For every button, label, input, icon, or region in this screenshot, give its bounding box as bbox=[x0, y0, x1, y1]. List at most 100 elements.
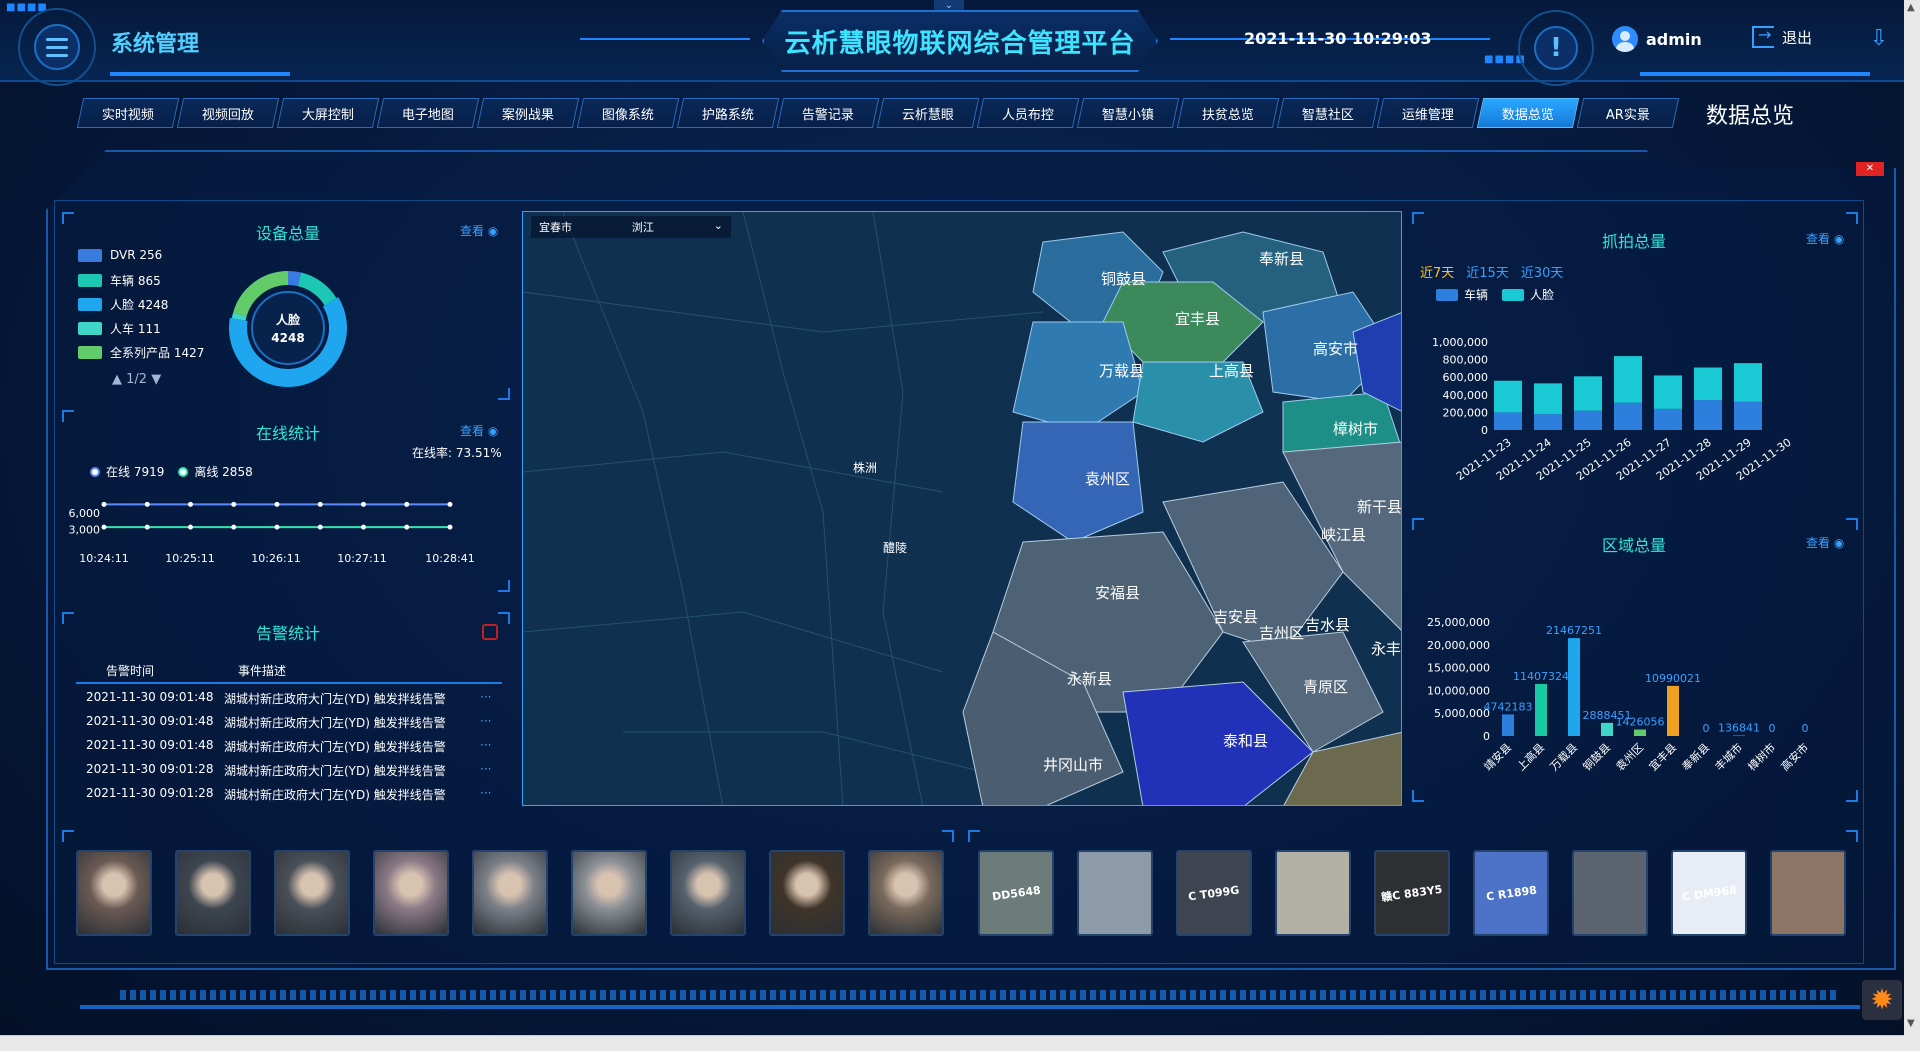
face-thumbnail[interactable] bbox=[571, 850, 647, 936]
legend-online: 在线 7919 bbox=[90, 463, 164, 480]
face-thumbnail[interactable] bbox=[76, 850, 152, 936]
face-thumbnail[interactable] bbox=[274, 850, 350, 936]
alarm-clear-icon[interactable] bbox=[482, 624, 498, 640]
device-view-link[interactable]: 查看 ◉ bbox=[460, 222, 498, 239]
city-select[interactable]: 宜春市 浏江 ⌄ bbox=[531, 216, 731, 238]
alarm-more-icon[interactable]: ··· bbox=[480, 738, 491, 752]
device-pager[interactable]: ▲ 1/2 ▼ bbox=[112, 372, 161, 387]
alarm-more-icon[interactable]: ··· bbox=[480, 762, 491, 776]
nav-tab[interactable]: 电子地图 bbox=[376, 98, 480, 128]
vehicle-thumbnail[interactable] bbox=[1077, 850, 1153, 936]
region-bar[interactable] bbox=[1733, 735, 1745, 736]
scroll-up-icon[interactable]: ▲ bbox=[1907, 2, 1915, 13]
alarm-row[interactable]: 2021-11-30 09:01:48 湖城村新庄政府大门左(YD) 触发拌线告警… bbox=[76, 710, 502, 734]
donut-slice[interactable] bbox=[287, 271, 302, 287]
nav-tab[interactable]: 数据总览 bbox=[1476, 98, 1580, 128]
vertical-scrollbar[interactable]: ▲ ▼ bbox=[1904, 0, 1920, 1051]
face-thumbnail[interactable] bbox=[868, 850, 944, 936]
bar-face[interactable] bbox=[1654, 375, 1682, 409]
pager-up-icon[interactable]: ▲ bbox=[112, 372, 122, 387]
map-view[interactable]: 铜鼓县 奉新县 宜丰县 万载县 上高县 高安市 袁州区 樟树市 新干县 峡江县 安福县 吉安县 吉州区吉… bbox=[522, 211, 1402, 806]
region-bar[interactable] bbox=[1601, 722, 1613, 736]
face-thumbnail[interactable] bbox=[670, 850, 746, 936]
hamburger-menu-button[interactable] bbox=[34, 24, 80, 70]
device-legend-item[interactable]: 人脸 4248 bbox=[78, 296, 168, 313]
download-icon[interactable]: ⇩ bbox=[1866, 26, 1892, 52]
nav-tab[interactable]: 大屏控制 bbox=[276, 98, 380, 128]
alert-icon[interactable]: ! bbox=[1534, 26, 1578, 70]
alarm-row[interactable]: 2021-11-30 09:01:28 湖城村新庄政府大门左(YD) 触发拌线告警… bbox=[76, 758, 502, 782]
range-tab[interactable]: 近15天 bbox=[1466, 262, 1509, 281]
nav-tab[interactable]: 智慧小镇 bbox=[1076, 98, 1180, 128]
capture-legend-item[interactable]: 人脸 bbox=[1502, 286, 1554, 303]
bar-face[interactable] bbox=[1734, 363, 1762, 402]
device-legend-item[interactable]: 人车 111 bbox=[78, 320, 161, 337]
capture-legend-item[interactable]: 车辆 bbox=[1436, 286, 1488, 303]
range-tab[interactable]: 近30天 bbox=[1521, 262, 1564, 281]
settings-gear-icon[interactable]: ✹ bbox=[1862, 980, 1902, 1020]
nav-tab[interactable]: 视频回放 bbox=[176, 98, 280, 128]
vehicle-thumbnail[interactable] bbox=[1770, 850, 1846, 936]
nav-tab[interactable]: 图像系统 bbox=[576, 98, 680, 128]
nav-tab[interactable]: AR实景 bbox=[1576, 98, 1680, 128]
region-bar[interactable] bbox=[1634, 729, 1646, 736]
bar-face[interactable] bbox=[1534, 383, 1562, 415]
bar-vehicle[interactable] bbox=[1734, 401, 1762, 430]
close-panel-button[interactable]: ✕ bbox=[1856, 162, 1884, 176]
face-thumbnail[interactable] bbox=[175, 850, 251, 936]
alarm-more-icon[interactable]: ··· bbox=[480, 786, 491, 800]
vehicle-thumbnail[interactable]: C DM968 bbox=[1671, 850, 1747, 936]
nav-tab[interactable]: 运维管理 bbox=[1376, 98, 1480, 128]
bar-face[interactable] bbox=[1494, 380, 1522, 413]
range-tab[interactable]: 近7天 bbox=[1420, 262, 1454, 281]
online-view-link[interactable]: 查看 ◉ bbox=[460, 422, 498, 439]
alarm-more-icon[interactable]: ··· bbox=[480, 690, 491, 704]
region-bar[interactable] bbox=[1535, 683, 1547, 736]
bar-vehicle[interactable] bbox=[1494, 412, 1522, 430]
user-menu[interactable]: admin bbox=[1612, 26, 1702, 52]
scroll-down-icon[interactable]: ▼ bbox=[1907, 1018, 1915, 1029]
vehicle-thumbnail[interactable]: 赣C 883Y5 bbox=[1374, 850, 1450, 936]
horizontal-scrollbar[interactable] bbox=[0, 1035, 1904, 1051]
nav-tab[interactable]: 实时视频 bbox=[76, 98, 180, 128]
donut-slice[interactable] bbox=[231, 312, 247, 321]
bar-face[interactable] bbox=[1694, 367, 1722, 401]
region-bar[interactable] bbox=[1502, 714, 1514, 736]
nav-tab[interactable]: 人员布控 bbox=[976, 98, 1080, 128]
nav-tab[interactable]: 告警记录 bbox=[776, 98, 880, 128]
nav-tab[interactable]: 扶贫总览 bbox=[1176, 98, 1280, 128]
vehicle-thumbnail[interactable]: C R1898 bbox=[1473, 850, 1549, 936]
bar-vehicle[interactable] bbox=[1614, 402, 1642, 430]
nav-tab[interactable]: 案例战果 bbox=[476, 98, 580, 128]
device-legend-item[interactable]: 全系列产品 1427 bbox=[78, 344, 204, 361]
vehicle-thumbnail[interactable] bbox=[1275, 850, 1351, 936]
face-thumbnail[interactable] bbox=[769, 850, 845, 936]
alarm-row[interactable]: 2021-11-30 09:01:28 湖城村新庄政府大门左(YD) 触发拌线告警… bbox=[76, 782, 502, 806]
alarm-row[interactable]: 2021-11-30 09:01:48 湖城村新庄政府大门左(YD) 触发拌线告警… bbox=[76, 734, 502, 758]
bar-vehicle[interactable] bbox=[1654, 408, 1682, 430]
bar-vehicle[interactable] bbox=[1694, 400, 1722, 430]
region-bar[interactable] bbox=[1568, 638, 1580, 736]
nav-tab[interactable]: 护路系统 bbox=[676, 98, 780, 128]
device-legend-item[interactable]: 车辆 865 bbox=[78, 272, 161, 289]
alarm-row[interactable]: 2021-11-30 09:01:48 湖城村新庄政府大门左(YD) 触发拌线告警… bbox=[76, 686, 502, 710]
vehicle-thumbnail[interactable]: DD5648 bbox=[978, 850, 1054, 936]
vehicle-thumbnail[interactable]: C T099G bbox=[1176, 850, 1252, 936]
system-title: 系统管理 bbox=[111, 32, 200, 57]
alarm-more-icon[interactable]: ··· bbox=[480, 714, 491, 728]
bar-vehicle[interactable] bbox=[1574, 410, 1602, 430]
face-thumbnail[interactable] bbox=[472, 850, 548, 936]
region-view-link[interactable]: 查看 ◉ bbox=[1806, 534, 1844, 551]
face-thumbnail[interactable] bbox=[373, 850, 449, 936]
nav-tab[interactable]: 云析慧眼 bbox=[876, 98, 980, 128]
pager-down-icon[interactable]: ▼ bbox=[151, 372, 161, 387]
logout-button[interactable]: 退出 bbox=[1752, 25, 1812, 48]
region-bar[interactable] bbox=[1667, 685, 1679, 736]
vehicle-thumbnail[interactable] bbox=[1572, 850, 1648, 936]
bar-face[interactable] bbox=[1614, 356, 1642, 403]
capture-view-link[interactable]: 查看 ◉ bbox=[1806, 230, 1844, 247]
bar-vehicle[interactable] bbox=[1534, 414, 1562, 430]
nav-tab[interactable]: 智慧社区 bbox=[1276, 98, 1380, 128]
device-legend-item[interactable]: DVR 256 bbox=[78, 248, 162, 262]
bar-face[interactable] bbox=[1574, 376, 1602, 411]
